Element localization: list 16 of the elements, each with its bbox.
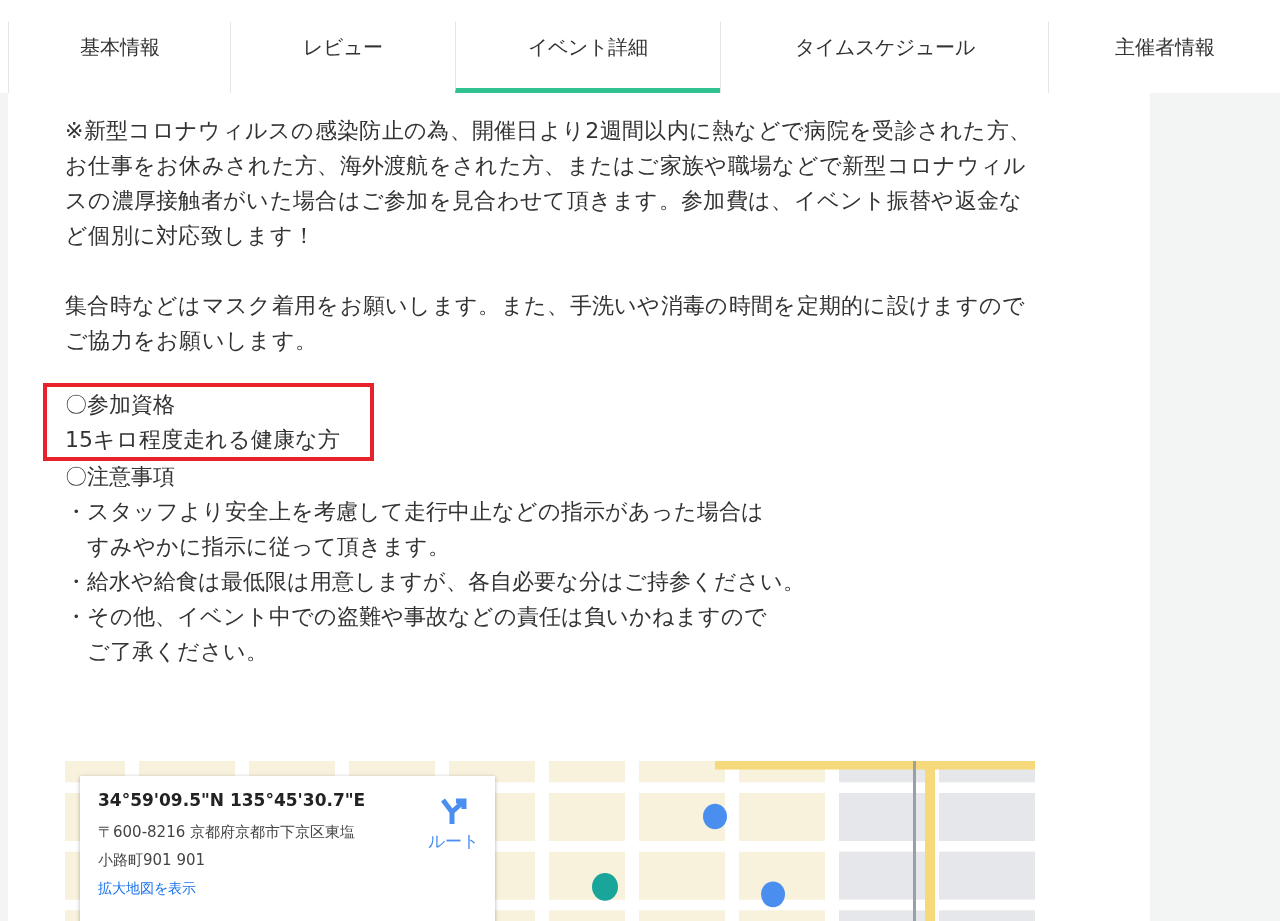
bullet: ・ bbox=[65, 498, 87, 526]
text-line: 15キロ程度走れる健康な方 bbox=[65, 426, 341, 454]
text-line: 〇参加資格 bbox=[65, 391, 176, 419]
bullet: ・ bbox=[65, 603, 87, 631]
coordinates: 34°59'09.5"N 135°45'30.7"E bbox=[98, 790, 367, 810]
note-text: 給水や給食は最低限は用意しますが、各自必要な分はご持参ください。 bbox=[87, 568, 805, 596]
note-text: スタッフより安全上を考慮して走行中止などの指示があった場合は すみやかに指示に従って頂きます。 bbox=[87, 498, 764, 561]
larger-map-link[interactable]: 拡大地図を表示 bbox=[98, 880, 196, 898]
section-heading: 〇注意事項 bbox=[65, 463, 176, 491]
note-text: その他、イベント中での盗難や事故などの責任は負いかねますので ご了承ください。 bbox=[87, 603, 767, 666]
route-icon[interactable] bbox=[438, 796, 469, 826]
tab[interactable]: イベント詳細 bbox=[455, 22, 720, 93]
paragraph: 集合時などはマスク着用をお願いします。また、手洗いや消毒の時間を定期的に設けますのでご協力をお願いします。 bbox=[65, 292, 1027, 355]
bullet: ・ bbox=[65, 568, 87, 596]
paragraph: ※新型コロナウィルスの感染防止の為、開催日より2週間以内に熱などで病院を受診された方、お仕事をお休みされた方、海外渡航をされた方、またはご家族や職場などで新型コロナウィルスの濃厚接触者がいた場合はご参加を見合わせて頂きます。参加費は、イベント振替や返金など個別に対応致します！ bbox=[65, 117, 1033, 250]
address: 〒600-8216 京都府京都市下京区東塩 小路町901 901 bbox=[98, 822, 356, 871]
